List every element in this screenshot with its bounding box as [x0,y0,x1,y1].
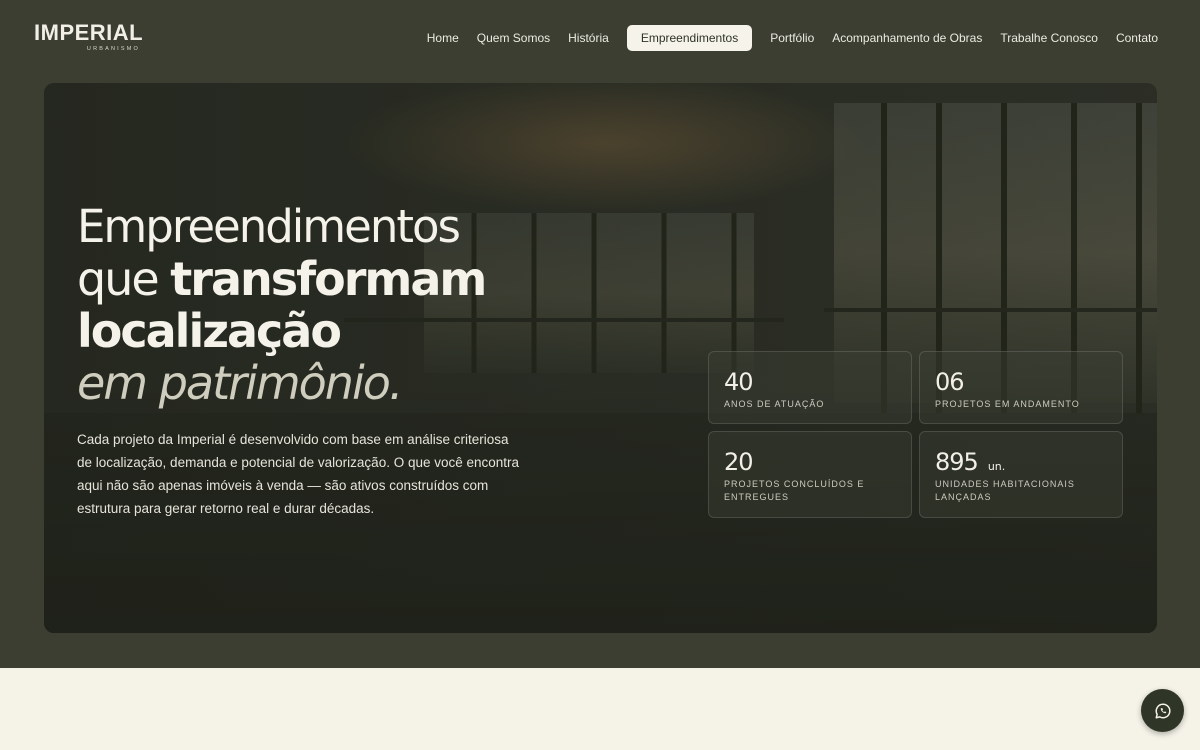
stat-value: 06 [935,368,965,396]
nav-item-historia[interactable]: História [559,25,618,51]
logo-tagline: URBANISMO [86,46,140,52]
stat-label: UNIDADES HABITACIONAIS LANÇADAS [935,479,1075,502]
nav-item-trabalhe-conosco[interactable]: Trabalhe Conosco [991,25,1107,51]
stat-card-anos: 40 ANOS DE ATUAÇÃO [708,351,912,424]
whatsapp-icon [1155,702,1171,718]
hero-title-transformam: transformam [170,252,487,306]
hero-banner: Empreendimentos que transformam localiza… [44,83,1157,633]
hero-description: Cada projeto da Imperial é desenvolvido … [77,432,520,516]
stat-label: PROJETOS CONCLUÍDOS E ENTREGUES [724,479,865,502]
stat-card-unidades: 895 un. UNIDADES HABITACIONAIS LANÇADAS [919,431,1123,518]
nav-item-portfolio[interactable]: Portfólio [761,25,823,51]
stat-label: PROJETOS EM ANDAMENTO [935,399,1080,409]
stat-unit: un. [987,460,1006,473]
hero-title: Empreendimentos que transformam localiza… [77,200,487,410]
imperial-logo[interactable]: IMPERIAL URBANISMO [34,22,144,54]
logo-wordmark: IMPERIAL [34,20,144,45]
stat-card-concluidos: 20 PROJETOS CONCLUÍDOS E ENTREGUES [708,431,912,518]
site-header: IMPERIAL URBANISMO Home Quem Somos Histó… [0,0,1200,78]
nav-item-empreendimentos[interactable]: Empreendimentos [626,25,753,51]
hero-title-line-4: em patrimônio. [77,356,404,410]
stat-value: 895 un. [935,448,1006,476]
lower-section [0,668,1200,750]
hero-title-line-2: que transformam [77,252,487,306]
stat-label: ANOS DE ATUAÇÃO [724,399,825,409]
nav-item-acompanhamento-de-obras[interactable]: Acompanhamento de Obras [823,25,991,51]
stat-card-andamento: 06 PROJETOS EM ANDAMENTO [919,351,1123,424]
nav-item-contato[interactable]: Contato [1107,25,1167,51]
hero-title-line-1: Empreendimentos [77,200,461,253]
stat-value: 20 [724,448,754,476]
whatsapp-button[interactable] [1141,689,1184,732]
hero-title-que: que [77,252,171,306]
stat-value: 40 [724,368,754,396]
nav-item-quem-somos[interactable]: Quem Somos [468,25,559,51]
main-nav: Home Quem Somos História Empreendimentos… [418,25,1167,51]
nav-item-home[interactable]: Home [418,25,468,51]
hero-title-line-3: localização [77,304,342,358]
